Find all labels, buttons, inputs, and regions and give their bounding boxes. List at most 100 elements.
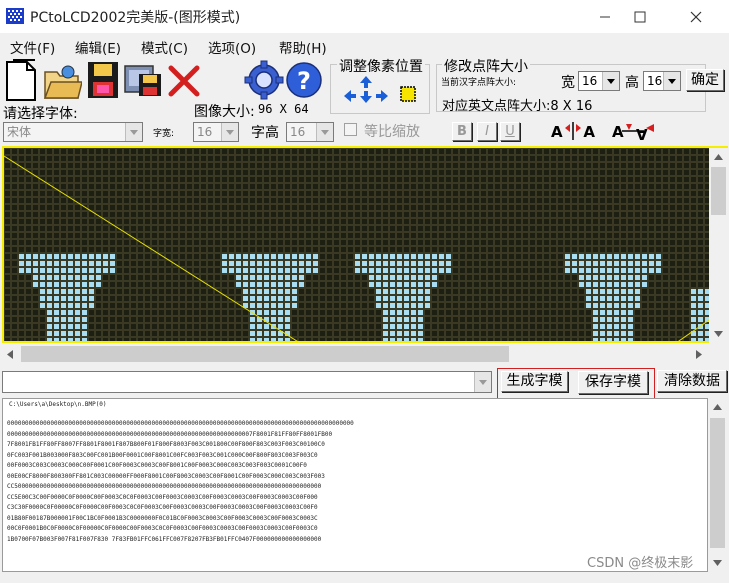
arrow-left-icon <box>344 90 356 102</box>
height-label: 高 <box>625 75 639 91</box>
canvas-vertical-scrollbar[interactable] <box>709 148 728 343</box>
scroll-up-icon[interactable] <box>708 398 727 416</box>
output-hex-line: 0FC003F001B003000F803C00FC001B00F0001C00… <box>7 451 318 459</box>
svg-text:A: A <box>583 123 595 141</box>
window-title: PCtoLCD2002完美版-(图形模式) <box>30 10 241 26</box>
output-hex-line: 00C0F0001B0C0F0000C0F00000C0F0000C00F000… <box>7 525 318 532</box>
output-file-select[interactable] <box>2 371 492 393</box>
chevron-down-icon <box>663 72 680 90</box>
settings-button[interactable] <box>244 60 284 100</box>
generate-button[interactable]: 生成字模 <box>501 371 568 392</box>
new-file-icon <box>6 59 36 101</box>
output-hex-line: C3C30F0000C0F00000C0F0000C00F0003C0C0F00… <box>7 504 318 511</box>
maximize-icon <box>634 11 646 22</box>
chevron-down-icon <box>474 372 491 392</box>
proportional-checkbox[interactable] <box>344 123 357 136</box>
scroll-thumb[interactable] <box>710 418 725 548</box>
watermark: CSDN @终极末影龙 <box>585 552 707 571</box>
flip-horizontal-button[interactable]: A A <box>548 120 598 142</box>
pixel-canvas[interactable] <box>2 146 728 343</box>
output-hex-line: 7F8001FB1FF80FF8007FF8801F8001F807B800F0… <box>7 441 325 448</box>
scroll-down-icon[interactable] <box>709 325 728 343</box>
gear-icon <box>244 60 284 100</box>
app-icon <box>6 8 24 24</box>
canvas-horizontal-scrollbar[interactable] <box>0 344 729 364</box>
output-text-area[interactable]: C:\Users\a\Desktop\n.BMP(0) 000000000000… <box>2 398 708 572</box>
output-hex-line: CC50000000000000000000000000000000000000… <box>7 483 322 490</box>
char-height-label: 字高 <box>251 125 279 141</box>
output-hex-line: 00F0003C003C0003C000C00F0001C00F0003C000… <box>7 462 307 469</box>
bold-button[interactable]: B <box>452 122 472 141</box>
svg-text:A: A <box>551 123 563 141</box>
scroll-up-icon[interactable] <box>709 148 728 166</box>
pixel-grid <box>4 148 717 341</box>
save-bitmap-button[interactable] <box>123 60 165 100</box>
adjust-pixel-label: 调整像素位置 <box>337 56 425 76</box>
char-width-label: 字宽: <box>153 129 175 139</box>
char-width-value: 16 <box>197 125 213 139</box>
center-button[interactable] <box>397 84 419 104</box>
arrow-down-icon <box>360 91 372 103</box>
confirm-button[interactable]: 确定 <box>686 69 724 91</box>
scroll-right-icon[interactable] <box>689 344 709 364</box>
menu-mode[interactable]: 模式(C) <box>141 37 188 57</box>
char-width-select[interactable]: 16 <box>193 122 239 142</box>
clear-button[interactable]: 清除数据 <box>657 370 727 392</box>
menu-edit[interactable]: 编辑(E) <box>75 37 121 57</box>
underline-button[interactable]: U <box>500 122 520 141</box>
minimize-icon <box>600 16 610 17</box>
save-disk-button[interactable] <box>86 60 120 100</box>
scroll-left-icon[interactable] <box>0 344 20 364</box>
width-label: 宽 <box>561 75 575 91</box>
menu-help[interactable]: 帮助(H) <box>279 37 327 57</box>
picture-save-icon <box>124 65 161 96</box>
char-height-value: 16 <box>290 125 306 139</box>
chevron-down-icon <box>316 123 333 141</box>
image-size-label: 图像大小: <box>194 104 255 120</box>
matrix-height-select[interactable]: 16 <box>643 71 681 91</box>
scroll-thumb[interactable] <box>711 167 726 215</box>
move-left-button[interactable] <box>343 88 357 102</box>
matrix-height-value: 16 <box>647 74 663 88</box>
save-disk-icon <box>88 62 118 98</box>
svg-text:A: A <box>612 123 624 141</box>
delete-button[interactable] <box>167 64 201 98</box>
select-font-label: 请选择字体: <box>3 106 78 122</box>
output-hex-line: 1B0700F07B003F007F81F007F830 7F83FB01FFC… <box>7 535 322 543</box>
output-hex-block: 0000000000000000000000000000000000000000… <box>7 419 354 545</box>
en-matrix-label: 对应英文点阵大小:8 X 16 <box>442 99 593 114</box>
maximize-button[interactable] <box>615 0 665 33</box>
current-cn-matrix-label: 当前汉字点阵大小: <box>441 78 517 88</box>
menu-options[interactable]: 选项(O) <box>208 37 256 57</box>
menu-bar: 文件(F) 编辑(E) 模式(C) 选项(O) 帮助(H) <box>0 34 729 57</box>
chevron-down-icon <box>221 123 238 141</box>
italic-button[interactable]: I <box>477 122 497 141</box>
char-height-select[interactable]: 16 <box>286 122 334 142</box>
matrix-width-value: 16 <box>582 74 598 88</box>
help-button[interactable]: ? <box>285 60 323 100</box>
new-file-button[interactable] <box>5 58 43 102</box>
flip-vertical-button[interactable]: A A <box>608 120 658 143</box>
close-button[interactable] <box>671 0 721 33</box>
output-hex-line: CC5E00C3C00F0000C0F0000C00F0003C0C0F0003… <box>7 493 318 501</box>
save-button[interactable]: 保存字模 <box>578 371 648 394</box>
center-select-icon <box>400 86 416 102</box>
move-down-button[interactable] <box>359 89 373 103</box>
output-path-line: C:\Users\a\Desktop\n.BMP(0) <box>9 401 107 408</box>
move-right-button[interactable] <box>375 88 389 102</box>
output-hex-line: 0000000000000000000000000000000000000000… <box>7 430 333 438</box>
scroll-thumb[interactable] <box>21 346 509 362</box>
help-icon: ? <box>286 62 322 98</box>
font-value: 宋体 <box>7 125 32 139</box>
move-up-button[interactable] <box>359 74 373 88</box>
open-file-button[interactable] <box>42 58 83 102</box>
arrow-up-icon <box>360 76 372 88</box>
image-size-value: 96 X 64 <box>258 102 309 116</box>
matrix-width-select[interactable]: 16 <box>578 71 620 91</box>
output-vertical-scrollbar[interactable] <box>708 398 727 572</box>
title-bar: PCtoLCD2002完美版-(图形模式) <box>0 0 729 33</box>
font-select[interactable]: 宋体 <box>3 122 143 142</box>
scroll-down-icon[interactable] <box>708 554 727 572</box>
menu-file[interactable]: 文件(F) <box>10 37 55 57</box>
svg-text:?: ? <box>297 67 311 95</box>
